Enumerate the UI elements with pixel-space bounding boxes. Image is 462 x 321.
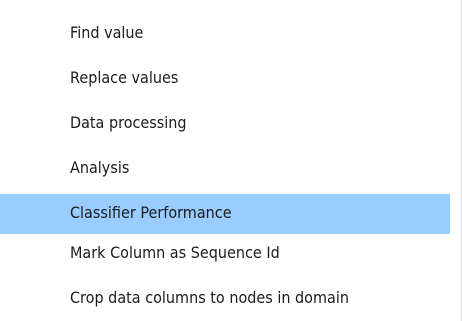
menu-item-label: Analysis [70, 158, 130, 177]
menu-item-analysis[interactable]: Analysis [0, 149, 461, 194]
menu-item-replace-values[interactable]: Replace values [0, 59, 461, 104]
menu-item-label: Data processing [70, 113, 187, 132]
menu-item-mark-column-as-sequence-id[interactable]: Mark Column as Sequence Id [0, 234, 461, 279]
menu-list: Find value Replace values Data processin… [0, 14, 461, 321]
menu-item-data-processing[interactable]: Data processing [0, 104, 461, 149]
menu-item-label: Replace values [70, 68, 179, 87]
menu-item-label: Mark Column as Sequence Id [70, 243, 280, 262]
menu-item-find-value[interactable]: Find value [0, 14, 461, 59]
menu-item-classifier-performance[interactable]: Classifier Performance [0, 194, 450, 234]
menu-item-label: Find value [70, 23, 144, 42]
menu-item-crop-data-columns[interactable]: Crop data columns to nodes in domain [0, 279, 461, 321]
menu-item-label: Classifier Performance [70, 203, 232, 222]
context-menu: Find value Replace values Data processin… [0, 0, 462, 321]
menu-item-label: Crop data columns to nodes in domain [70, 288, 349, 307]
